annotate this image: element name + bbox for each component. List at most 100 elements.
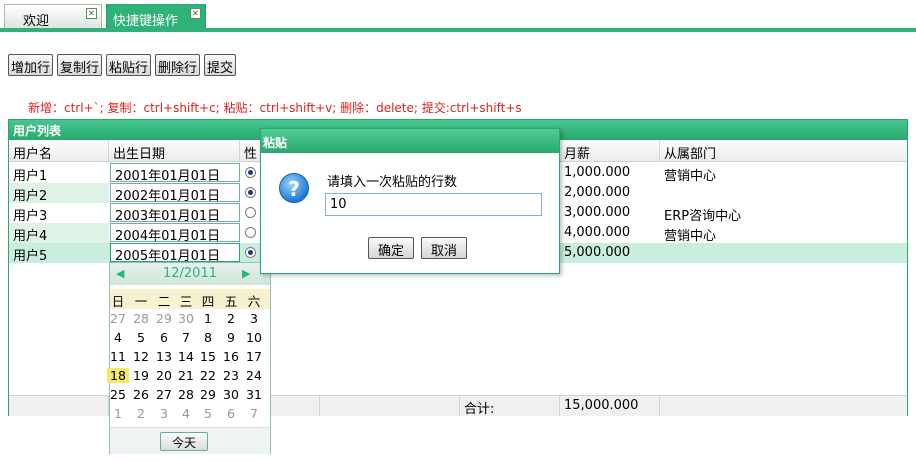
cell-dept: 营销中心 xyxy=(664,229,717,243)
next-month-icon[interactable]: ▶ xyxy=(242,267,250,280)
calendar-day[interactable]: 11 xyxy=(107,349,129,364)
calendar-day[interactable]: 8 xyxy=(197,330,219,345)
calendar-day[interactable]: 1 xyxy=(197,311,219,326)
calendar-day[interactable]: 1 xyxy=(107,406,129,421)
calendar-day[interactable]: 24 xyxy=(243,368,265,383)
calendar-day[interactable]: 2 xyxy=(220,311,242,326)
weekday-row: 日 一 二 三 四 五 六 xyxy=(110,289,270,309)
sex-radio[interactable] xyxy=(245,187,256,198)
weekday-label: 六 xyxy=(247,294,261,309)
calendar-day[interactable]: 7 xyxy=(243,406,265,421)
tab-shortcut-ops[interactable]: 快捷键操作 ✕ xyxy=(106,4,206,29)
cell-salary: 3,000.000 xyxy=(564,205,631,220)
sex-radio[interactable] xyxy=(245,247,256,258)
calendar-day[interactable]: 30 xyxy=(220,387,242,402)
calendar-day[interactable]: 19 xyxy=(130,368,152,383)
calendar-day[interactable]: 6 xyxy=(220,406,242,421)
birth-date-field[interactable]: 2005年01月01日 xyxy=(110,243,240,264)
date-picker: ◀ 12/2011 ▶ 日 一 二 三 四 五 六 27 28 29 30 1 2 3 4 5 6… xyxy=(107,262,271,454)
cancel-button[interactable]: 取消 xyxy=(421,237,467,259)
calendar-day[interactable]: 15 xyxy=(197,349,219,364)
calendar-day[interactable]: 30 xyxy=(175,311,197,326)
add-row-button[interactable]: 增加行 xyxy=(8,54,53,76)
birth-date-field[interactable]: 2001年01月01日 xyxy=(110,163,240,184)
cell-salary: 4,000.000 xyxy=(564,225,631,240)
calendar-header: ◀ 12/2011 ▶ xyxy=(110,263,270,285)
birth-date-field[interactable]: 2003年01月01日 xyxy=(110,203,240,224)
calendar-day[interactable]: 27 xyxy=(153,387,175,402)
calendar-day[interactable]: 21 xyxy=(175,368,197,383)
calendar-day[interactable]: 28 xyxy=(130,311,152,326)
submit-button[interactable]: 提交 xyxy=(204,54,236,76)
cell-salary: 5,000.000 xyxy=(564,245,631,260)
calendar-day[interactable]: 6 xyxy=(153,330,175,345)
tab-label: 欢迎 xyxy=(23,14,50,29)
cell-name: 用户2 xyxy=(9,183,109,203)
calendar-day[interactable]: 12 xyxy=(130,349,152,364)
calendar-day[interactable]: 3 xyxy=(153,406,175,421)
weekday-label: 一 xyxy=(134,294,148,309)
total-label: 合计: xyxy=(460,396,560,416)
calendar-day[interactable]: 18 xyxy=(107,368,129,383)
calendar-day[interactable]: 14 xyxy=(175,349,197,364)
ok-button[interactable]: 确定 xyxy=(368,237,414,259)
close-icon[interactable]: ✕ xyxy=(190,8,201,19)
birth-date-field[interactable]: 2004年01月01日 xyxy=(110,223,240,244)
calendar-day[interactable]: 4 xyxy=(107,330,129,345)
calendar-day[interactable]: 3 xyxy=(243,311,265,326)
cell-name: 用户3 xyxy=(13,209,48,223)
sex-radio[interactable] xyxy=(245,227,256,238)
calendar-day[interactable]: 17 xyxy=(243,349,265,364)
shortcut-hint: 新增：ctrl+`; 复制：ctrl+shift+c; 粘贴：ctrl+shif… xyxy=(28,101,522,115)
tab-welcome[interactable]: 欢迎 ✕ xyxy=(4,4,102,29)
header-name[interactable]: 用户名 xyxy=(9,141,109,161)
close-icon[interactable]: ✕ xyxy=(86,8,97,19)
calendar-day[interactable]: 10 xyxy=(243,330,265,345)
paste-row-button[interactable]: 粘贴行 xyxy=(106,54,151,76)
calendar-day[interactable]: 26 xyxy=(130,387,152,402)
calendar-day[interactable]: 7 xyxy=(175,330,197,345)
calendar-day[interactable]: 31 xyxy=(243,387,265,402)
header-salary[interactable]: 月薪 xyxy=(560,141,660,161)
sex-radio[interactable] xyxy=(245,207,256,218)
dialog-message: 请填入一次粘贴的行数 xyxy=(327,175,458,190)
calendar-day[interactable]: 22 xyxy=(197,368,219,383)
weekday-label: 二 xyxy=(157,294,171,309)
paste-count-input[interactable] xyxy=(325,193,542,216)
header-birth[interactable]: 出生日期 xyxy=(109,141,240,161)
header-dept[interactable]: 从属部门 xyxy=(660,141,907,161)
weekday-label: 五 xyxy=(224,294,238,309)
footer-cell xyxy=(9,396,109,416)
paste-dialog: 粘贴 ? 请填入一次粘贴的行数 确定 取消 xyxy=(260,128,560,274)
calendar-day[interactable]: 23 xyxy=(220,368,242,383)
sex-radio[interactable] xyxy=(245,167,256,178)
calendar-day[interactable]: 13 xyxy=(153,349,175,364)
dialog-title: 粘贴 xyxy=(261,129,559,153)
calendar-day[interactable]: 16 xyxy=(220,349,242,364)
calendar-day[interactable]: 9 xyxy=(220,330,242,345)
cell-name: 用户4 xyxy=(9,223,109,243)
birth-date-field[interactable]: 2002年01月01日 xyxy=(110,183,240,204)
cell-dept: 营销中心 xyxy=(664,169,717,183)
calendar-day[interactable]: 4 xyxy=(175,406,197,421)
footer-cell xyxy=(660,396,907,416)
calendar-day[interactable]: 29 xyxy=(153,311,175,326)
weekday-label: 四 xyxy=(201,294,215,309)
weekday-label: 三 xyxy=(179,294,193,309)
cell-dept xyxy=(660,243,900,263)
calendar-day[interactable]: 28 xyxy=(175,387,197,402)
tab-label: 快捷键操作 xyxy=(113,14,179,29)
calendar-day[interactable]: 27 xyxy=(107,311,129,326)
calendar-footer: 今天 xyxy=(110,427,270,454)
today-button[interactable]: 今天 xyxy=(160,432,208,451)
calendar-day[interactable]: 5 xyxy=(130,330,152,345)
calendar-day[interactable]: 20 xyxy=(153,368,175,383)
delete-row-button[interactable]: 删除行 xyxy=(155,54,200,76)
calendar-day[interactable]: 2 xyxy=(130,406,152,421)
calendar-day[interactable]: 29 xyxy=(197,387,219,402)
calendar-day[interactable]: 25 xyxy=(107,387,129,402)
copy-row-button[interactable]: 复制行 xyxy=(57,54,102,76)
footer-cell xyxy=(320,396,460,416)
calendar-day[interactable]: 5 xyxy=(197,406,219,421)
tab-underline xyxy=(0,28,916,32)
